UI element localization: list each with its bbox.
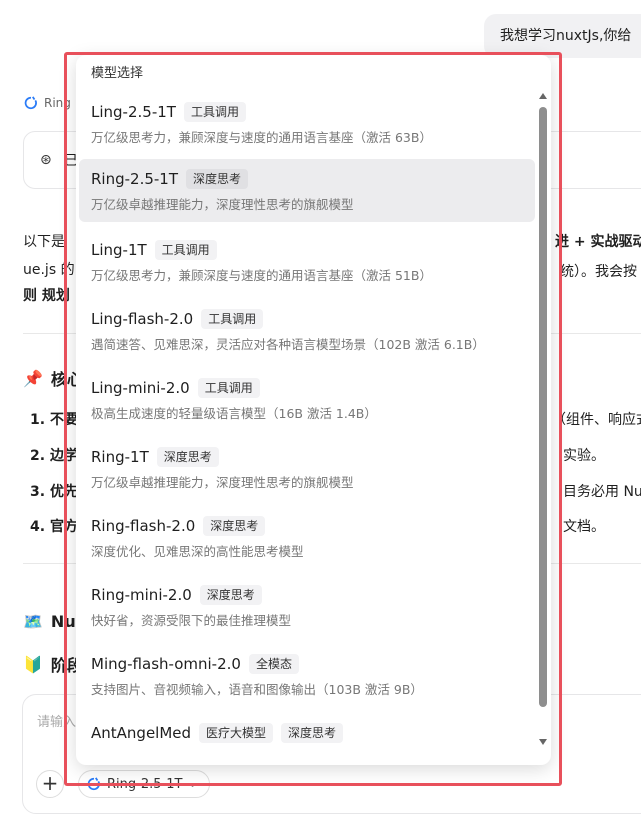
model-option-name: Ling-mini-2.0 — [91, 379, 190, 397]
model-option-description: 支持图片、音视频输入，语音和图像输出（103B 激活 9B） — [91, 682, 423, 697]
model-tag: 工具调用 — [201, 309, 264, 329]
model-option-name: Ling-2.5-1T — [91, 103, 176, 121]
list-item: 4. 官方 — [30, 516, 78, 536]
model-tag: 医疗大模型 — [199, 723, 274, 743]
list-item-right-text: （组件、响应式 — [552, 412, 641, 428]
model-tag: 工具调用 — [197, 378, 260, 398]
model-option-ling-1t[interactable]: Ling-1T 工具调用 万亿级思考力，兼顾深度与速度的通用语言基座（激活 51… — [79, 230, 535, 293]
model-option-description: 深度优化、见难思深的高性能思考模型 — [91, 544, 304, 559]
model-select-dropdown: 模型选择 Ling-2.5-1T 工具调用 万亿级思考力，兼顾深度与速度的通用语… — [76, 55, 551, 765]
dropdown-scrollbar[interactable] — [538, 91, 548, 751]
model-option-name: Ring-flash-2.0 — [91, 517, 196, 535]
section-stage-title: 🔰 阶段 — [23, 652, 83, 676]
model-tag: 深度思考 — [203, 516, 266, 536]
list-item-right-text: 目务必用 Nuxt — [563, 484, 641, 500]
model-tag: 全模态 — [248, 654, 299, 674]
answer-line-2-right: 统）。我会按 — [560, 264, 637, 280]
section-core-title: 📌 核心 — [23, 366, 83, 390]
ring-model-icon — [24, 96, 37, 110]
scrollbar-thumb[interactable] — [539, 107, 547, 707]
model-option-name: Ring-2.5-1T — [91, 170, 179, 188]
list-item-text: 不要 — [49, 412, 78, 428]
model-tag: 深度思考 — [281, 723, 344, 743]
chat-input-placeholder: 请输入 — [37, 715, 77, 730]
dropdown-header: 模型选择 — [91, 66, 144, 81]
response-model-name: Ring — [44, 96, 71, 110]
user-message-bubble: 我想学习nuxtJs,你给 — [484, 14, 641, 58]
list-item-text: 优先 — [49, 484, 78, 500]
add-attachment-button[interactable]: + — [36, 770, 64, 798]
list-item-number: 4. — [30, 519, 46, 535]
model-option-description: 快好省，资源受限下的最佳推理模型 — [91, 613, 292, 628]
list-item-right-text: 文档。 — [563, 519, 605, 535]
model-option-description: 万亿级思考力，兼顾深度与速度的通用语言基座（激活 63B） — [91, 130, 432, 145]
model-option-description: 万亿级思考力，兼顾深度与速度的通用语言基座（激活 51B） — [91, 268, 432, 283]
list-item-right-text: 实验。 — [563, 448, 605, 464]
answer-line-1-right: 进 + 实战驱动 — [555, 234, 641, 250]
list-item-number: 1. — [30, 412, 46, 428]
model-option-name: Ling-flash-2.0 — [91, 310, 194, 328]
model-tag: 工具调用 — [183, 102, 246, 122]
model-option-name: AntAngelMed — [91, 724, 192, 742]
model-option-description: 遇简速答、见难思深，灵活应对各种语言模型场景（102B 激活 6.1B） — [91, 337, 485, 352]
scroll-up-arrow-icon[interactable] — [539, 93, 547, 99]
thinking-icon: ⊛ — [40, 152, 52, 168]
model-option-ling-mini-2-0[interactable]: Ling-mini-2.0 工具调用 极高生成速度的轻量级语言模型（16B 激活… — [79, 368, 535, 431]
response-model-label: Ring — [24, 96, 71, 110]
model-option-ring-flash-2-0[interactable]: Ring-flash-2.0 深度思考 深度优化、见难思深的高性能思考模型 — [79, 506, 535, 569]
answer-line-1-left: 以下是 — [23, 234, 65, 250]
model-option-description: 极高生成速度的轻量级语言模型（16B 激活 1.4B） — [91, 406, 377, 421]
model-option-ming-flash-omni-2-0[interactable]: Ming-flash-omni-2.0 全模态 支持图片、音视频输入，语音和图像… — [79, 644, 535, 707]
model-selector-label: Ring-2.5-1T — [107, 776, 183, 792]
model-tag: 深度思考 — [199, 585, 262, 605]
model-option-name: Ring-1T — [91, 448, 149, 466]
map-icon: 🗺️ — [23, 612, 43, 631]
model-option-description: 万亿级卓越推理能力，深度理性思考的旗舰模型 — [91, 197, 354, 212]
answer-line-2-left: ue.js 的 — [23, 262, 75, 278]
model-tag: 深度思考 — [186, 169, 249, 189]
pin-icon: 📌 — [23, 368, 43, 388]
model-option-ling-2-5-1t[interactable]: Ling-2.5-1T 工具调用 万亿级思考力，兼顾深度与速度的通用语言基座（激… — [79, 92, 535, 155]
list-item: 1. 不要 — [30, 409, 78, 429]
model-tag: 工具调用 — [154, 240, 217, 260]
model-option-ring-mini-2-0[interactable]: Ring-mini-2.0 深度思考 快好省，资源受限下的最佳推理模型 — [79, 575, 535, 638]
chevron-down-icon: ⌄ — [188, 778, 197, 790]
model-option-description: 万亿级卓越推理能力，深度理性思考的旗舰模型 — [91, 475, 354, 490]
user-message-text: 我想学习nuxtJs,你给 — [500, 28, 632, 44]
list-item-text: 边学 — [49, 448, 78, 464]
beginner-icon: 🔰 — [23, 654, 43, 674]
list-item-number: 3. — [30, 484, 46, 500]
answer-line-3-left: 则 规划 — [23, 288, 70, 304]
model-option-antangelmed[interactable]: AntAngelMed 医疗大模型 深度思考 — [79, 713, 535, 765]
model-option-ring-1t[interactable]: Ring-1T 深度思考 万亿级卓越推理能力，深度理性思考的旗舰模型 — [79, 437, 535, 500]
section-roadmap-title: 🗺️ Nu — [23, 612, 76, 631]
list-item: 2. 边学 — [30, 445, 78, 465]
model-option-ring-2-5-1t[interactable]: Ring-2.5-1T 深度思考 万亿级卓越推理能力，深度理性思考的旗舰模型 — [79, 159, 535, 222]
model-tag: 深度思考 — [156, 447, 219, 467]
list-item-text: 官方 — [49, 519, 78, 535]
model-option-name: Ring-mini-2.0 — [91, 586, 192, 604]
ring-model-icon — [87, 777, 100, 791]
model-selector-button[interactable]: Ring-2.5-1T ⌄ — [78, 770, 210, 798]
list-item-number: 2. — [30, 448, 46, 464]
section-roadmap-title-text: Nu — [50, 612, 76, 631]
scroll-down-arrow-icon[interactable] — [539, 739, 547, 745]
model-option-name: Ming-flash-omni-2.0 — [91, 655, 241, 673]
list-item: 3. 优先 — [30, 481, 78, 501]
model-option-name: Ling-1T — [91, 241, 147, 259]
model-option-ling-flash-2-0[interactable]: Ling-flash-2.0 工具调用 遇简速答、见难思深，灵活应对各种语言模型… — [79, 299, 535, 362]
